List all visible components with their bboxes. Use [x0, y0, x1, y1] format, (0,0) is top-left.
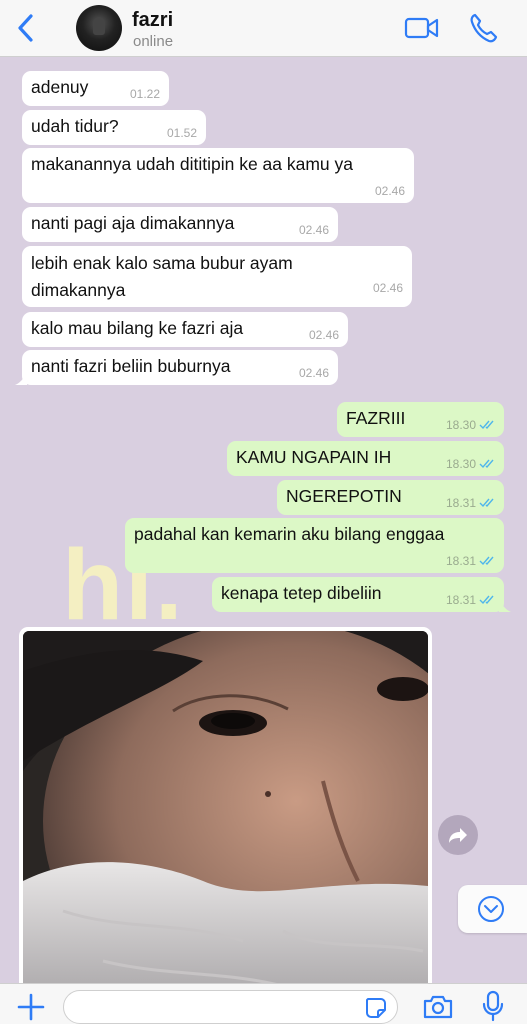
contact-name[interactable]: fazri	[132, 9, 173, 32]
scroll-to-bottom-button[interactable]	[458, 885, 527, 933]
incoming-message[interactable]: nanti pagi aja dimakannya 02.46	[22, 207, 338, 242]
avatar[interactable]	[76, 5, 122, 51]
video-call-icon[interactable]	[404, 13, 440, 43]
outgoing-message[interactable]: FAZRIII 18.30	[337, 402, 504, 437]
read-ticks-icon	[479, 556, 494, 566]
read-ticks-icon	[479, 459, 494, 469]
outgoing-message[interactable]: kenapa tetep dibeliin 18.31	[212, 577, 511, 612]
message-time: 18.31	[445, 496, 476, 510]
message-time: 18.31	[445, 593, 476, 607]
incoming-message[interactable]: kalo mau bilang ke fazri aja 02.46	[22, 312, 348, 347]
read-ticks-icon	[479, 595, 494, 605]
message-time: 01.22	[129, 87, 160, 101]
message-time: 02.46	[298, 366, 329, 380]
message-text: kalo mau bilang ke fazri aja	[31, 318, 244, 338]
camera-icon[interactable]	[422, 994, 454, 1020]
message-meta: 18.30	[446, 457, 495, 471]
image-message[interactable]	[19, 627, 432, 983]
outgoing-message[interactable]: padahal kan kemarin aku bilang enggaa 18…	[125, 518, 504, 573]
message-text: padahal kan kemarin aku bilang enggaa	[134, 524, 445, 544]
photo-illustration	[23, 631, 428, 983]
read-ticks-icon	[479, 420, 494, 430]
read-ticks-icon	[479, 498, 494, 508]
microphone-icon[interactable]	[482, 990, 504, 1022]
message-time: 18.30	[445, 418, 476, 432]
bubble-tail	[499, 600, 511, 612]
bubble-tail	[15, 373, 27, 385]
message-text: nanti fazri beliin buburnya	[31, 356, 231, 376]
forward-arrow-icon	[449, 828, 467, 843]
selfie-photo[interactable]	[23, 631, 428, 983]
back-chevron-icon[interactable]	[12, 10, 40, 46]
message-time: 02.46	[374, 184, 405, 198]
incoming-message[interactable]: nanti fazri beliin buburnya 02.46	[15, 350, 338, 385]
message-time: 01.52	[166, 126, 197, 140]
message-meta: 18.31	[446, 593, 495, 607]
message-time: 02.46	[298, 223, 329, 237]
chat-header: fazri online	[0, 0, 527, 57]
message-meta: 18.31	[446, 554, 495, 568]
incoming-message[interactable]: adenuy 01.22	[22, 71, 169, 106]
plus-icon[interactable]	[16, 992, 46, 1022]
forward-button[interactable]	[438, 815, 478, 855]
message-time: 18.30	[445, 457, 476, 471]
message-input[interactable]	[63, 990, 398, 1024]
incoming-message[interactable]: udah tidur? 01.52	[22, 110, 206, 145]
incoming-message[interactable]: makanannya udah dititipin ke aa kamu ya …	[22, 148, 414, 203]
incoming-message[interactable]: lebih enak kalo sama bubur ayam dimakann…	[22, 246, 412, 307]
chat-area[interactable]: hi. adenuy 01.22 udah tidur? 01.52 makan…	[0, 57, 527, 983]
message-time: 02.46	[372, 281, 403, 295]
outgoing-message[interactable]: NGEREPOTIN 18.31	[277, 480, 504, 515]
message-text: nanti pagi aja dimakannya	[31, 213, 235, 233]
chevron-down-circle-icon	[478, 896, 504, 922]
contact-status: online	[133, 33, 174, 50]
phone-call-icon[interactable]	[468, 12, 498, 44]
message-meta: 18.30	[446, 418, 495, 432]
message-text: makanannya udah dititipin ke aa kamu ya	[31, 154, 354, 174]
message-time: 18.31	[445, 554, 476, 568]
composer-bar	[0, 983, 527, 1024]
message-meta: 18.31	[446, 496, 495, 510]
message-text: lebih enak kalo sama bubur ayam dimakann…	[31, 253, 293, 300]
outgoing-message[interactable]: KAMU NGAPAIN IH 18.30	[227, 441, 504, 476]
message-time: 02.46	[308, 328, 339, 342]
sticker-icon[interactable]	[364, 996, 388, 1020]
